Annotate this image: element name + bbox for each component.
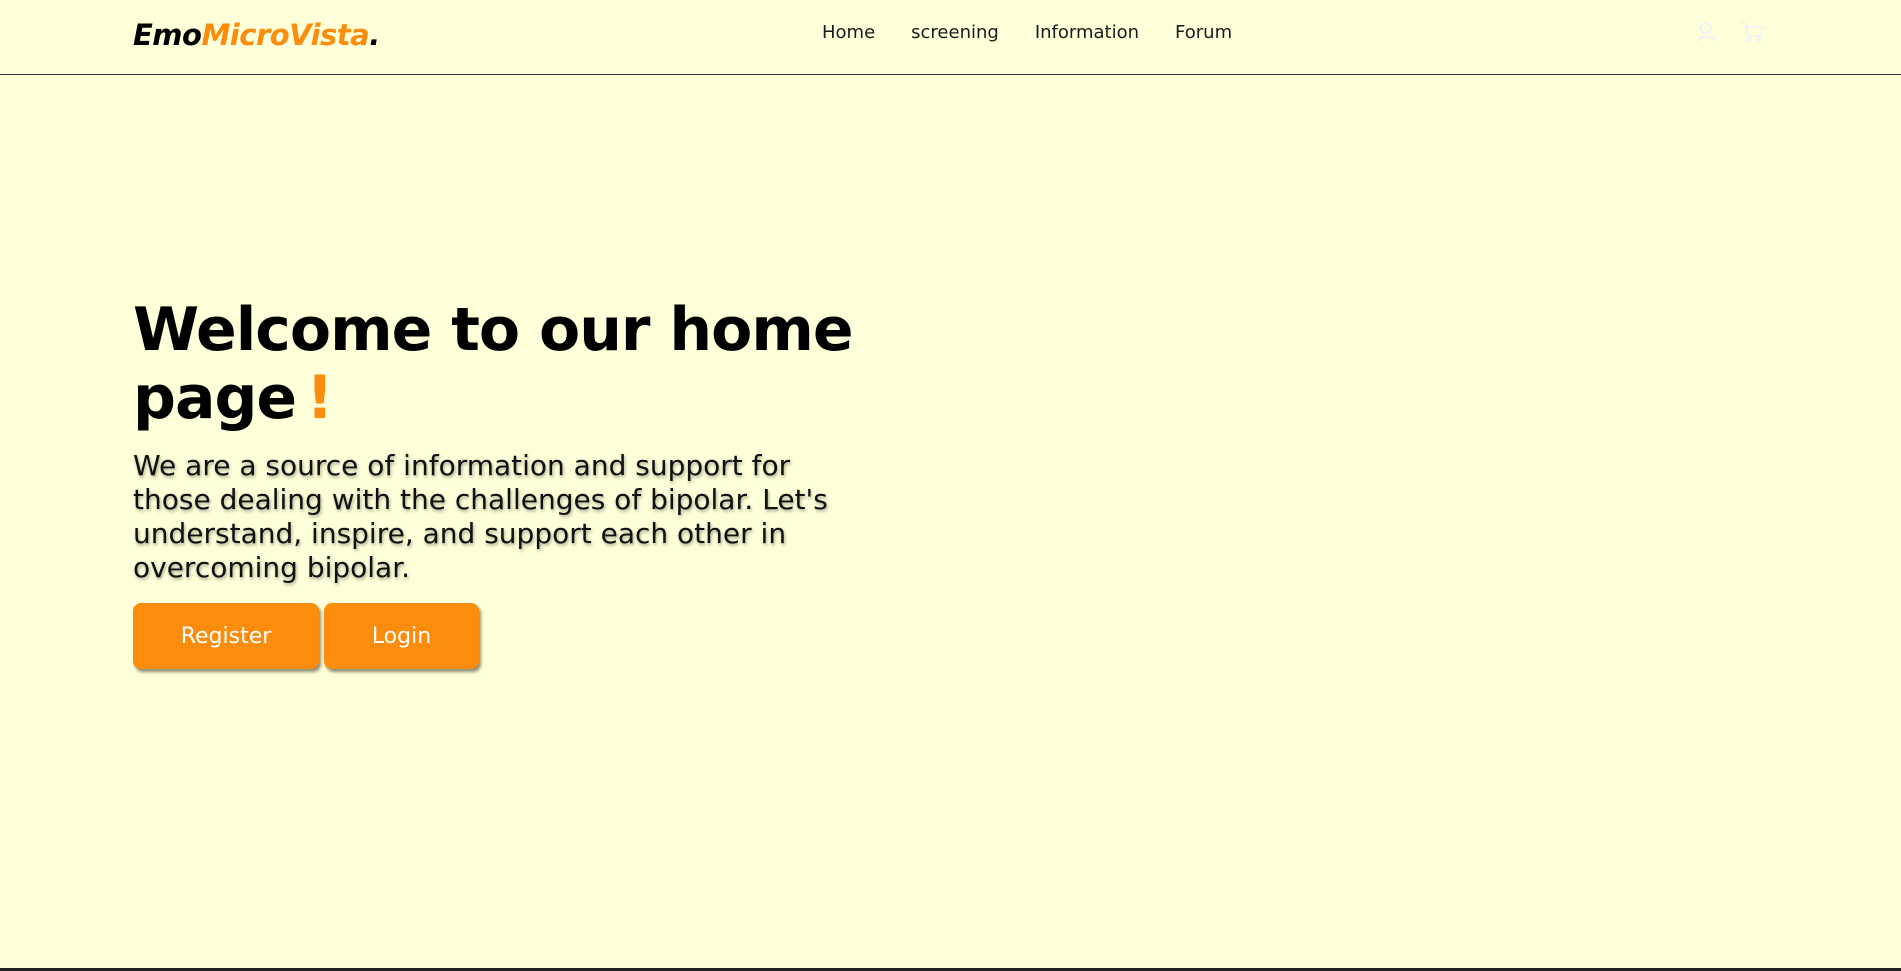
hero-title-exclamation: ! — [306, 363, 333, 433]
nav-link-screening[interactable]: screening — [911, 22, 999, 43]
navbar: EmoMicroVista. Home screening Informatio… — [0, 0, 1901, 75]
hero-description: We are a source of information and suppo… — [133, 449, 828, 584]
brand-logo[interactable]: EmoMicroVista. — [133, 18, 380, 52]
nav-link-home[interactable]: Home — [822, 22, 875, 43]
brand-logo-dot: . — [369, 18, 380, 52]
user-icon[interactable] — [1692, 18, 1720, 46]
cart-icon[interactable] — [1738, 18, 1766, 46]
main-nav: Home screening Information Forum — [822, 22, 1232, 43]
hero-title: Welcome to our home page! — [133, 295, 854, 433]
login-button[interactable]: Login — [324, 603, 479, 669]
nav-link-forum[interactable]: Forum — [1175, 22, 1232, 43]
brand-logo-part-microvista: MicroVista — [201, 18, 370, 52]
register-button[interactable]: Register — [133, 603, 319, 669]
brand-logo-part-emo: Emo — [133, 18, 202, 52]
hero-title-text: Welcome to our home page — [133, 295, 854, 433]
nav-link-information[interactable]: Information — [1035, 22, 1139, 43]
